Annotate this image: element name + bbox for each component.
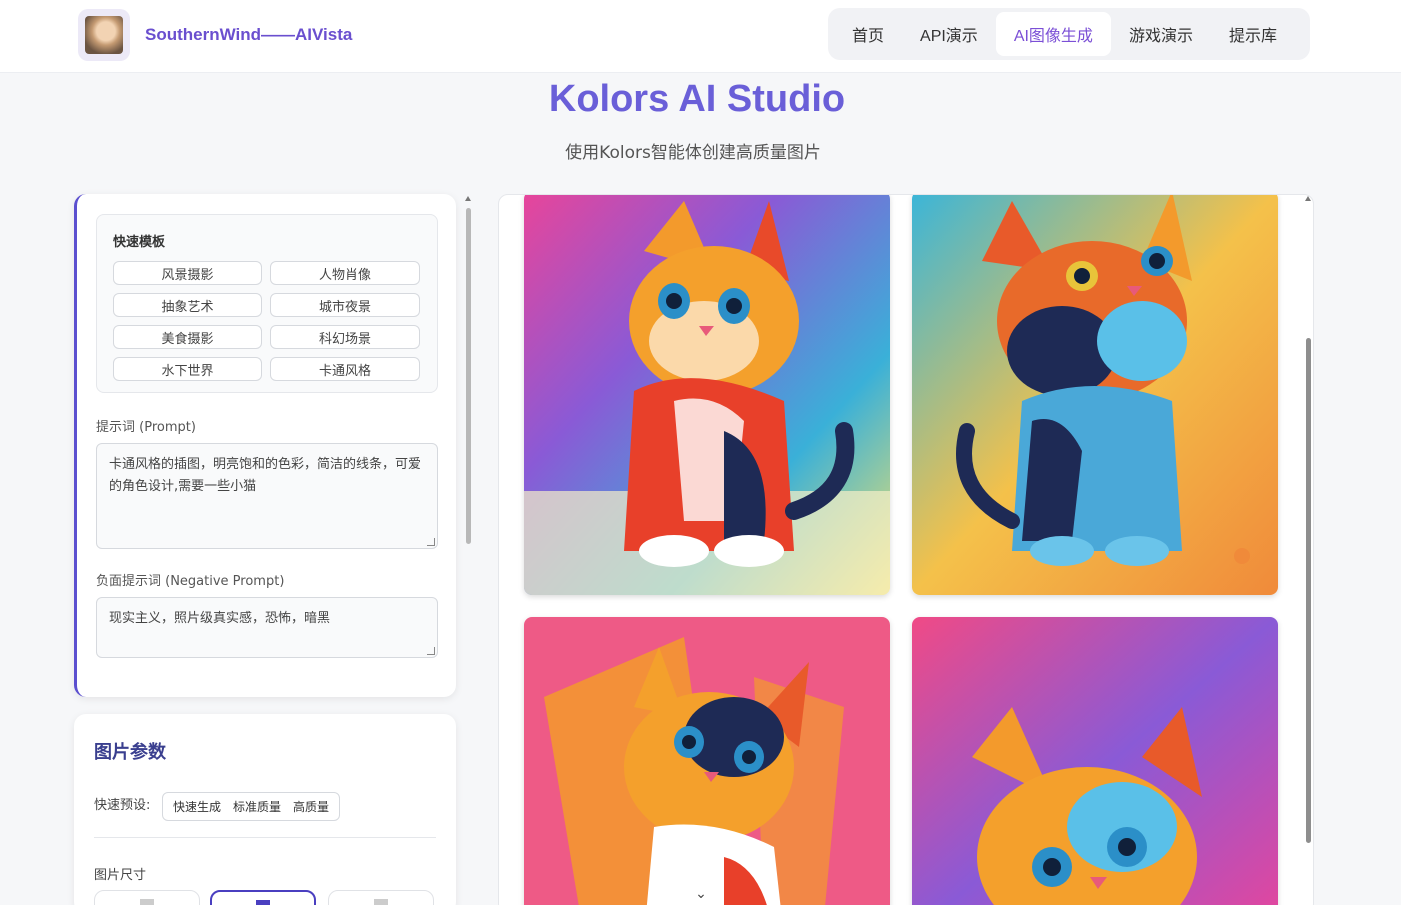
- preset-standard-button[interactable]: 标准质量: [227, 798, 287, 815]
- gallery-scrollbar[interactable]: [1304, 196, 1312, 905]
- preset-group: 快速生成 标准质量 高质量: [162, 792, 341, 821]
- nav-item-ai-image[interactable]: AI图像生成: [995, 12, 1111, 56]
- size-option-selected[interactable]: [210, 890, 316, 905]
- image-gallery: [498, 194, 1314, 905]
- size-option[interactable]: [94, 890, 200, 905]
- generated-image-1[interactable]: [524, 195, 890, 595]
- prompt-text: 卡通风格的插图，明亮饱和的色彩，简洁的线条，可爱的角色设计,需要一些小猫: [109, 457, 422, 494]
- nav-item-prompt-library[interactable]: 提示库: [1211, 12, 1295, 56]
- brand-name[interactable]: SouthernWind——AIVista: [145, 25, 352, 45]
- prompt-card: 快速模板 风景摄影 人物肖像 抽象艺术 城市夜景 美食摄影 科幻场景 水下世界 …: [74, 194, 456, 697]
- page-subtitle: 使用Kolors智能体创建高质量图片: [565, 143, 821, 163]
- prompt-label: 提示词 (Prompt): [96, 420, 196, 435]
- avatar: [78, 9, 130, 61]
- preset-high-button[interactable]: 高质量: [287, 798, 335, 815]
- template-button[interactable]: 科幻场景: [270, 325, 420, 349]
- quick-templates-panel: 快速模板 风景摄影 人物肖像 抽象艺术 城市夜景 美食摄影 科幻场景 水下世界 …: [96, 214, 438, 393]
- avatar-image: [85, 16, 123, 54]
- kitten-image: [912, 195, 1278, 595]
- size-label: 图片尺寸: [94, 868, 147, 883]
- generated-image-3[interactable]: [524, 617, 890, 905]
- template-button[interactable]: 人物肖像: [270, 261, 420, 285]
- generated-image-2[interactable]: [912, 195, 1278, 595]
- brand[interactable]: SouthernWind——AIVista: [78, 9, 352, 61]
- image-params-card: 图片参数 快速预设: 快速生成 标准质量 高质量 图片尺寸: [74, 714, 456, 905]
- negative-prompt-textarea[interactable]: 现实主义，照片级真实感，恐怖，暗黑: [96, 597, 438, 658]
- template-button[interactable]: 风景摄影: [113, 261, 262, 285]
- nav-item-game-demo[interactable]: 游戏演示: [1111, 12, 1211, 56]
- resize-handle[interactable]: [427, 647, 435, 655]
- top-header: SouthernWind——AIVista 首页 API演示 AI图像生成 游戏…: [0, 0, 1401, 73]
- resize-handle[interactable]: [427, 538, 435, 546]
- nav-item-api-demo[interactable]: API演示: [902, 12, 996, 56]
- chevron-down-icon: ⌄: [695, 886, 707, 902]
- template-button[interactable]: 抽象艺术: [113, 293, 262, 317]
- preset-fast-button[interactable]: 快速生成: [167, 798, 227, 815]
- size-icon: [140, 899, 154, 905]
- kitten-image: [912, 617, 1278, 905]
- generated-image-4[interactable]: [912, 617, 1278, 905]
- template-button[interactable]: 美食摄影: [113, 325, 262, 349]
- left-scrollbar[interactable]: [464, 196, 472, 905]
- size-icon: [374, 899, 388, 905]
- kitten-image: [524, 617, 890, 905]
- scroll-up-arrow-icon[interactable]: [465, 196, 471, 201]
- template-button[interactable]: 卡通风格: [270, 357, 420, 381]
- template-grid: 风景摄影 人物肖像 抽象艺术 城市夜景 美食摄影 科幻场景 水下世界 卡通风格: [113, 261, 420, 381]
- main-nav: 首页 API演示 AI图像生成 游戏演示 提示库: [828, 8, 1310, 60]
- preset-label: 快速预设:: [94, 798, 151, 813]
- scrollbar-thumb[interactable]: [466, 208, 471, 544]
- quick-templates-title: 快速模板: [113, 235, 166, 250]
- size-option[interactable]: [328, 890, 434, 905]
- scrollbar-thumb[interactable]: [1306, 338, 1311, 843]
- template-button[interactable]: 城市夜景: [270, 293, 420, 317]
- page-title: Kolors AI Studio: [548, 78, 846, 120]
- scroll-up-arrow-icon[interactable]: [1305, 196, 1311, 201]
- image-params-title: 图片参数: [94, 742, 166, 763]
- negative-prompt-text: 现实主义，照片级真实感，恐怖，暗黑: [109, 611, 331, 626]
- negative-prompt-label: 负面提示词 (Negative Prompt): [96, 574, 285, 589]
- size-icon: [256, 900, 270, 905]
- divider: [94, 837, 436, 838]
- nav-item-home[interactable]: 首页: [834, 12, 902, 56]
- template-button[interactable]: 水下世界: [113, 357, 262, 381]
- prompt-textarea[interactable]: 卡通风格的插图，明亮饱和的色彩，简洁的线条，可爱的角色设计,需要一些小猫: [96, 443, 438, 549]
- kitten-image: [524, 195, 890, 595]
